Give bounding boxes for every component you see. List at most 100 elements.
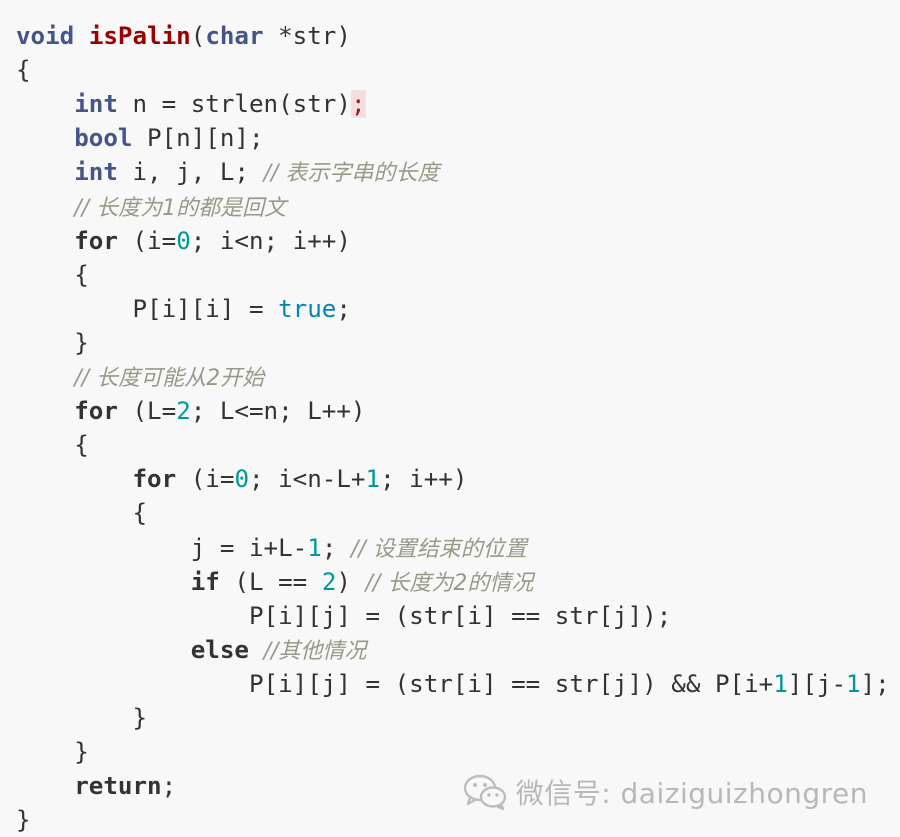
code-text: j = i+L- [16, 533, 308, 562]
keyword: for [132, 465, 177, 494]
code-text: ( [190, 22, 206, 50]
code-line: { [16, 53, 31, 87]
type-keyword: int [74, 90, 118, 119]
code-text: } [16, 704, 148, 732]
code-text: ; [161, 772, 177, 801]
code-line: j = i+L-1; // 设置结束的位置 [16, 531, 527, 565]
comment: // 设置结束的位置 [350, 536, 527, 562]
watermark: 微信号: daiziguizhongren [462, 770, 868, 814]
function-name: isPalin [88, 22, 191, 50]
code-line: int i, j, L; // 表示字串的长度 [16, 155, 439, 189]
code-text: } [16, 328, 89, 357]
code-text: P[i][j] = (str[i] == str[j]); [16, 601, 672, 630]
number-literal: 0 [176, 226, 191, 255]
boolean-literal: true [278, 294, 337, 323]
code-text: P[n][n]; [132, 124, 264, 153]
code-line: return; [16, 769, 176, 803]
keyword: if [190, 567, 220, 596]
code-line: for (i=0; i<n-L+1; i++) [16, 462, 468, 496]
code-line: for (i=0; i<n; i++) [16, 224, 351, 258]
code-line: bool P[n][n]; [16, 121, 264, 155]
number-literal: 2 [321, 567, 337, 596]
code-line: if (L == 2) // 长度为2的情况 [16, 565, 534, 599]
code-text: (i= [117, 226, 177, 255]
code-line: } [16, 701, 147, 735]
comment: // 长度为1的都是回文 [74, 195, 287, 221]
keyword: return [74, 772, 162, 801]
code-text: n = strlen(str) [117, 90, 351, 119]
code-text: P[i][j] = (str[i] == str[j]) && P[i+ [16, 669, 774, 698]
code-text: } [16, 806, 31, 835]
code-text: ]; [860, 669, 890, 698]
number-literal: 1 [846, 669, 861, 698]
code-text: (i= [176, 465, 235, 494]
code-text: { [16, 431, 89, 460]
code-text: i, j, L; [117, 158, 264, 187]
code-text: { [16, 260, 89, 289]
watermark-label: 微信号: daiziguizhongren [515, 777, 868, 810]
code-text: ; L<=n; L++) [190, 397, 366, 426]
code-line: // 长度为1的都是回文 [16, 190, 286, 224]
number-literal: 1 [307, 533, 322, 562]
number-literal: 2 [176, 397, 191, 426]
code-text: } [16, 738, 89, 767]
code-line: // 长度可能从2开始 [16, 360, 264, 394]
code-text: ][j- [787, 669, 847, 698]
code-text: ; i++) [380, 465, 468, 494]
code-line: { [16, 258, 89, 292]
code-line: } [16, 326, 89, 360]
number-literal: 1 [365, 465, 381, 494]
keyword: else [190, 635, 249, 664]
comment: // 长度为2的情况 [365, 570, 534, 596]
code-line: int n = strlen(str); [16, 87, 366, 121]
comment: // 长度可能从2开始 [74, 366, 265, 391]
type-keyword: int [74, 158, 118, 187]
code-text: ; i<n-L+ [249, 465, 366, 494]
comment: // 表示字串的长度 [263, 161, 440, 187]
code-text: { [16, 56, 31, 85]
code-line: else //其他情况 [16, 633, 367, 667]
error-highlight: ; [350, 90, 366, 119]
type-keyword: void [16, 22, 75, 50]
code-text: ) [336, 567, 366, 596]
code-text: ; i<n; i++) [190, 226, 351, 255]
code-line: for (L=2; L<=n; L++) [16, 394, 366, 428]
keyword: for [74, 397, 118, 426]
number-literal: 0 [234, 465, 249, 494]
code-text: ; [321, 533, 351, 562]
type-keyword: bool [74, 124, 133, 153]
code-text: *str) [263, 22, 351, 50]
code-line: { [16, 428, 89, 462]
code-line: void isPalin(char *str) [16, 19, 351, 53]
type-keyword: char [205, 22, 264, 50]
code-text: (L == [219, 567, 322, 596]
code-text: { [16, 499, 148, 528]
number-literal: 1 [773, 669, 788, 698]
code-line: { [16, 496, 147, 530]
keyword: for [74, 226, 118, 255]
code-line: P[i][j] = (str[i] == str[j]); [16, 599, 671, 633]
code-line: } [16, 735, 89, 769]
code-text: (L= [117, 397, 177, 426]
wechat-icon [463, 774, 506, 811]
comment: //其他情况 [263, 638, 367, 664]
code-text: ; [336, 294, 351, 323]
code-line: P[i][j] = (str[i] == str[j]) && P[i+1][j… [16, 667, 890, 701]
code-block: void isPalin(char *str) { int n = strlen(… [0, 0, 900, 837]
code-line: P[i][i] = true; [16, 292, 351, 326]
code-line: } [16, 803, 31, 837]
code-text: P[i][i] = [16, 294, 279, 323]
